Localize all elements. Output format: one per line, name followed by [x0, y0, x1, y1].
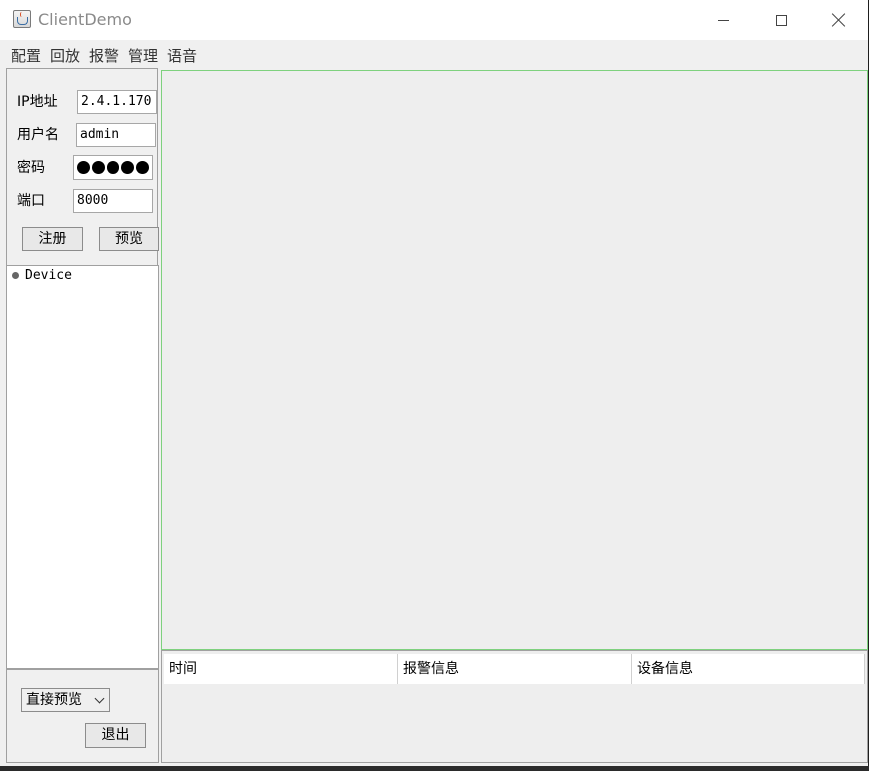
maximize-button[interactable]: [752, 0, 810, 40]
menu-config[interactable]: 配置: [11, 45, 41, 66]
alarm-table: 时间 报警信息 设备信息: [161, 650, 868, 763]
menu-voice[interactable]: 语音: [167, 45, 197, 66]
minimize-icon: [717, 19, 729, 21]
video-display-area[interactable]: [161, 70, 868, 650]
tree-node-device[interactable]: Device: [12, 268, 72, 283]
column-header-device-info[interactable]: 设备信息: [632, 654, 865, 684]
port-label: 端口: [17, 193, 45, 209]
login-panel: IP地址 2.4.1.170 用户名 admin 密码 端口 8000 注册 预…: [6, 68, 159, 266]
close-button[interactable]: [810, 0, 868, 40]
tree-node-icon: [12, 272, 19, 279]
chevron-down-icon: [94, 693, 105, 704]
device-tree[interactable]: Device: [6, 265, 159, 669]
password-field[interactable]: [73, 155, 153, 180]
preview-mode-select[interactable]: 直接预览: [21, 688, 110, 712]
preview-button[interactable]: 预览: [99, 227, 159, 251]
menu-bar: 配置 回放 报警 管理 语音: [0, 40, 868, 68]
password-label: 密码: [17, 160, 45, 176]
column-header-time[interactable]: 时间: [164, 654, 398, 684]
menu-playback[interactable]: 回放: [50, 45, 80, 66]
username-label: 用户名: [17, 127, 59, 143]
java-app-icon: [13, 10, 31, 28]
port-field[interactable]: 8000: [73, 189, 153, 213]
ip-label: IP地址: [17, 94, 58, 110]
window-title: ClientDemo: [38, 10, 132, 29]
title-bar[interactable]: ClientDemo: [0, 0, 868, 40]
preview-mode-panel: 直接预览 退出: [6, 669, 159, 763]
tree-node-label: Device: [25, 268, 72, 283]
column-header-alarm-info[interactable]: 报警信息: [398, 654, 632, 684]
preview-mode-value: 直接预览: [26, 692, 82, 708]
password-dots: [77, 156, 149, 179]
menu-manage[interactable]: 管理: [128, 45, 158, 66]
username-field[interactable]: admin: [76, 123, 156, 147]
menu-alarm[interactable]: 报警: [89, 45, 119, 66]
table-header: 时间 报警信息 设备信息: [164, 654, 865, 684]
register-button[interactable]: 注册: [22, 227, 83, 251]
app-window: ClientDemo 配置 回放 报警 管理 语音 IP地址 2.4.1.170…: [0, 0, 869, 766]
ip-address-field[interactable]: 2.4.1.170: [77, 90, 157, 114]
exit-button[interactable]: 退出: [85, 723, 146, 748]
maximize-icon: [775, 14, 787, 26]
minimize-button[interactable]: [694, 0, 752, 40]
close-icon: [832, 13, 846, 27]
